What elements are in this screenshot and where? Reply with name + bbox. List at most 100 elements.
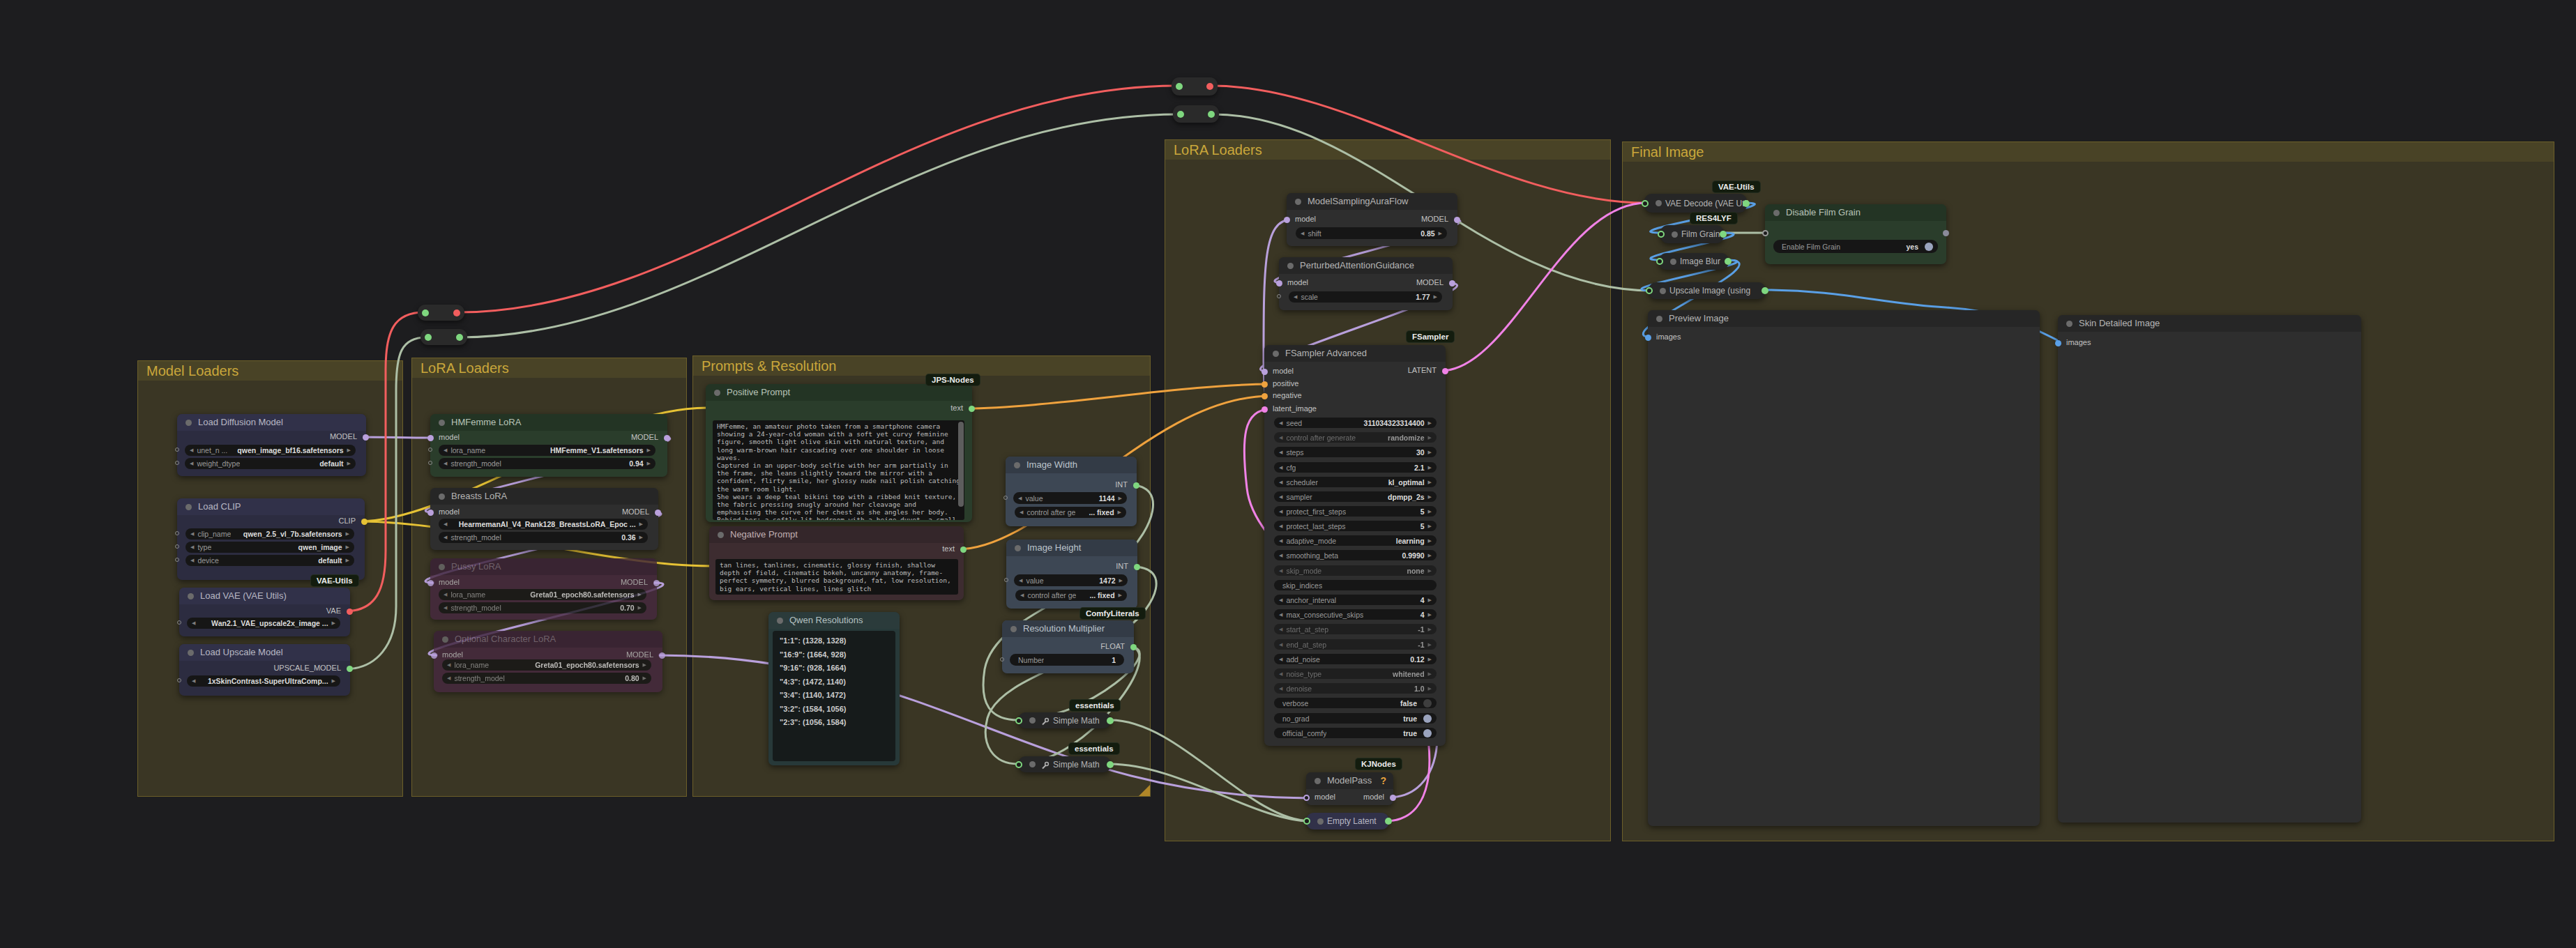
increment-arrow-icon[interactable]: ▶ bbox=[1118, 510, 1121, 515]
fsampler-advanced-input-latent_image[interactable] bbox=[1262, 406, 1268, 413]
decrement-arrow-icon[interactable]: ◀ bbox=[1279, 523, 1282, 529]
qwen-resolutions[interactable]: Qwen Resolutions"1:1": (1328, 1328)"16:9… bbox=[768, 612, 900, 765]
increment-arrow-icon[interactable]: ▶ bbox=[1428, 480, 1432, 485]
image-width[interactable]: Image WidthINT◀value1144▶◀control after … bbox=[1006, 457, 1137, 526]
scrollbar-thumb[interactable] bbox=[958, 422, 964, 507]
widget-input-slot[interactable] bbox=[177, 620, 181, 625]
resolution-multiplier-output-FLOAT[interactable] bbox=[1130, 644, 1137, 650]
modelpass-input-model[interactable] bbox=[1303, 795, 1310, 801]
breasts-lora-widget-strength_model[interactable]: ◀strength_model0.36▶ bbox=[439, 532, 648, 543]
optional-character-lora-input-model[interactable] bbox=[431, 652, 437, 659]
image-blur-output-dot[interactable] bbox=[1725, 258, 1732, 265]
increment-arrow-icon[interactable]: ▶ bbox=[1428, 509, 1432, 514]
image-width-widget-control-after-ge[interactable]: ◀control after ge... fixed▶ bbox=[1015, 507, 1126, 518]
negative-prompt-text[interactable]: tan lines, tanlines, cinematic, glossy f… bbox=[715, 559, 958, 595]
reroute-output-dot[interactable] bbox=[1208, 111, 1215, 118]
increment-arrow-icon[interactable]: ▶ bbox=[346, 558, 349, 563]
model-sampling-auraflow-collapse-dot[interactable] bbox=[1295, 199, 1301, 205]
decrement-arrow-icon[interactable]: ◀ bbox=[1279, 465, 1282, 471]
vae-decode-collapse-dot[interactable] bbox=[1656, 200, 1662, 206]
empty-latent[interactable]: Empty Latent bbox=[1306, 813, 1389, 830]
widget-input-slot[interactable] bbox=[428, 448, 432, 452]
toggle-knob[interactable] bbox=[1423, 699, 1432, 708]
pussy-lora-input-model[interactable] bbox=[427, 580, 434, 586]
increment-arrow-icon[interactable]: ▶ bbox=[347, 448, 351, 453]
fsampler-advanced-widget-protect_last_steps[interactable]: ◀protect_last_steps5▶ bbox=[1274, 521, 1437, 531]
load-clip-widget-device[interactable]: ◀devicedefault▶ bbox=[185, 555, 354, 566]
toggle-knob[interactable] bbox=[1925, 243, 1933, 251]
increment-arrow-icon[interactable]: ▶ bbox=[1434, 294, 1437, 300]
disable-film-grain-output-dot[interactable] bbox=[1943, 230, 1949, 236]
load-clip[interactable]: Load CLIPCLIP◀clip_nameqwen_2.5_vl_7b.sa… bbox=[177, 498, 365, 580]
increment-arrow-icon[interactable]: ▶ bbox=[1428, 686, 1432, 691]
increment-arrow-icon[interactable]: ▶ bbox=[1428, 465, 1432, 471]
decrement-arrow-icon[interactable]: ◀ bbox=[192, 678, 195, 684]
reroute-node-1[interactable] bbox=[418, 305, 464, 321]
increment-arrow-icon[interactable]: ▶ bbox=[1428, 597, 1432, 603]
decrement-arrow-icon[interactable]: ◀ bbox=[444, 448, 447, 453]
hmfemme-lora-input-model[interactable] bbox=[427, 435, 434, 441]
decrement-arrow-icon[interactable]: ◀ bbox=[1020, 592, 1024, 598]
increment-arrow-icon[interactable]: ▶ bbox=[638, 592, 642, 597]
image-blur-collapse-dot[interactable] bbox=[1670, 259, 1676, 265]
increment-arrow-icon[interactable]: ▶ bbox=[639, 521, 643, 527]
decrement-arrow-icon[interactable]: ◀ bbox=[190, 531, 194, 537]
resolution-multiplier-collapse-dot[interactable] bbox=[1010, 626, 1017, 632]
disable-film-grain-widget-Enable-Film-Grain[interactable]: Enable Film Grainyes bbox=[1773, 240, 1938, 253]
fsampler-advanced-widget-smoothing_beta[interactable]: ◀smoothing_beta0.9990▶ bbox=[1274, 550, 1437, 560]
positive-prompt-text[interactable]: HMFemme, an amateur photo taken from a s… bbox=[713, 420, 964, 520]
increment-arrow-icon[interactable]: ▶ bbox=[1119, 578, 1123, 583]
increment-arrow-icon[interactable]: ▶ bbox=[347, 461, 351, 466]
breasts-lora-collapse-dot[interactable] bbox=[439, 494, 445, 500]
decrement-arrow-icon[interactable]: ◀ bbox=[1279, 538, 1282, 544]
image-blur-input-dot[interactable] bbox=[1656, 258, 1663, 265]
fsampler-advanced-widget-verbose[interactable]: verbosefalse bbox=[1274, 698, 1437, 708]
load-diffusion-model-output-MODEL[interactable] bbox=[363, 434, 369, 441]
upscale-image-collapse-dot[interactable] bbox=[1660, 288, 1666, 294]
film-grain-output-dot[interactable] bbox=[1720, 231, 1727, 238]
decrement-arrow-icon[interactable]: ◀ bbox=[1279, 627, 1282, 632]
simple-math-1-collapse-dot[interactable] bbox=[1029, 717, 1036, 724]
empty-latent-output-dot[interactable] bbox=[1385, 818, 1392, 825]
increment-arrow-icon[interactable]: ▶ bbox=[332, 620, 335, 626]
fsampler-advanced[interactable]: FSampler Advancedmodelpositivenegativela… bbox=[1264, 345, 1446, 746]
image-height[interactable]: Image HeightINT◀value1472▶◀control after… bbox=[1006, 540, 1137, 609]
fsampler-advanced-widget-skip_mode[interactable]: ◀skip_modenone▶ bbox=[1274, 565, 1437, 576]
vae-decode[interactable]: VAE Decode (VAE Util bbox=[1644, 194, 1747, 213]
optional-character-lora-collapse-dot[interactable] bbox=[442, 636, 448, 643]
load-vae-widget-value[interactable]: ◀Wan2.1_VAE_upscale2x_image ...▶ bbox=[187, 618, 340, 629]
decrement-arrow-icon[interactable]: ◀ bbox=[1279, 612, 1282, 618]
load-upscale-model-collapse-dot[interactable] bbox=[188, 650, 194, 656]
negative-prompt[interactable]: Negative Prompttexttan lines, tanlines, … bbox=[709, 526, 964, 600]
fsampler-advanced-widget-adaptive_mode[interactable]: ◀adaptive_modelearning▶ bbox=[1274, 535, 1437, 546]
decrement-arrow-icon[interactable]: ◀ bbox=[1019, 578, 1022, 583]
fsampler-advanced-widget-protect_first_steps[interactable]: ◀protect_first_steps5▶ bbox=[1274, 506, 1437, 517]
widget-input-slot[interactable] bbox=[428, 461, 432, 465]
fsampler-advanced-widget-end_at_step[interactable]: ◀end_at_step-1▶ bbox=[1274, 639, 1437, 650]
simple-math-2-collapse-dot[interactable] bbox=[1029, 761, 1036, 767]
image-blur[interactable]: Image Blur bbox=[1659, 253, 1729, 270]
toggle-knob[interactable] bbox=[1423, 714, 1432, 723]
breasts-lora-widget-value[interactable]: ◀HearmemanAI_V4_Rank128_BreastsLoRA_Epoc… bbox=[439, 519, 648, 530]
model-sampling-auraflow-input-model[interactable] bbox=[1284, 217, 1290, 223]
reroute-input-dot[interactable] bbox=[1176, 83, 1183, 90]
fsampler-advanced-output-LATENT[interactable] bbox=[1442, 368, 1448, 374]
load-clip-widget-clip_name[interactable]: ◀clip_nameqwen_2.5_vl_7b.safetensors▶ bbox=[185, 528, 354, 540]
decrement-arrow-icon[interactable]: ◀ bbox=[190, 461, 193, 466]
empty-latent-input-dot[interactable] bbox=[1303, 818, 1310, 825]
fsampler-advanced-widget-max_consecutive_skips[interactable]: ◀max_consecutive_skips4▶ bbox=[1274, 609, 1437, 620]
reroute-output-dot[interactable] bbox=[1206, 83, 1213, 90]
qwen-resolutions-list[interactable]: "1:1": (1328, 1328)"16:9": (1664, 928)"9… bbox=[773, 631, 895, 761]
optional-character-lora-output-MODEL[interactable] bbox=[659, 652, 665, 659]
hmfemme-lora[interactable]: HMFemme LoRAmodelMODEL◀lora_nameHMFemme_… bbox=[430, 414, 667, 477]
load-diffusion-model-widget-unet_n-[interactable]: ◀unet_n ...qwen_image_bf16.safetensors▶ bbox=[185, 445, 356, 456]
load-vae[interactable]: Load VAE (VAE Utils)VAE◀Wan2.1_VAE_upsca… bbox=[179, 588, 350, 636]
perturbed-attention-guidance-widget-scale[interactable]: ◀scale1.77▶ bbox=[1289, 291, 1442, 303]
reroute-node-3[interactable] bbox=[1172, 77, 1218, 95]
decrement-arrow-icon[interactable]: ◀ bbox=[192, 620, 195, 626]
simple-math-2[interactable]: Simple Math bbox=[1018, 756, 1111, 772]
qwen-resolutions-collapse-dot[interactable] bbox=[777, 618, 783, 624]
model-sampling-auraflow[interactable]: ModelSamplingAuraFlowmodelMODEL◀shift0.8… bbox=[1287, 193, 1457, 246]
decrement-arrow-icon[interactable]: ◀ bbox=[444, 535, 447, 540]
decrement-arrow-icon[interactable]: ◀ bbox=[1279, 553, 1282, 558]
